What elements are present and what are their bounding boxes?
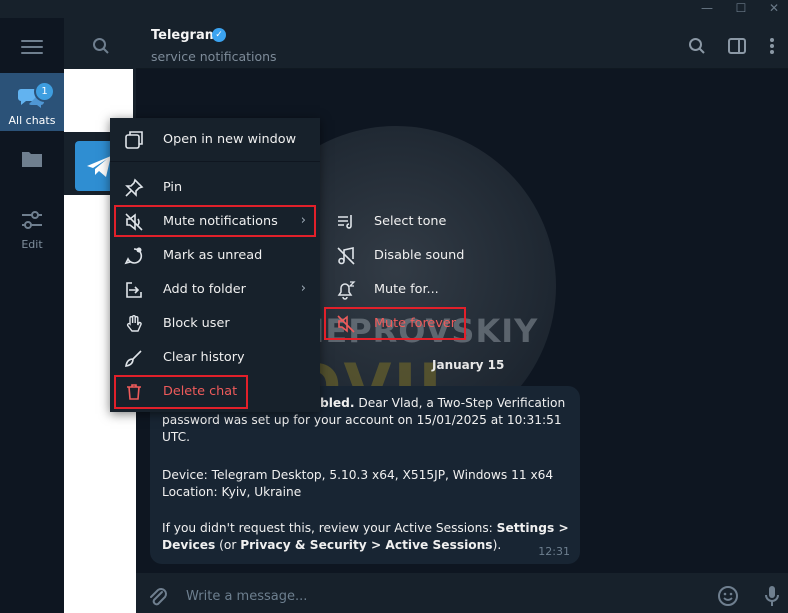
folder-edit-label[interactable]: Edit [0,238,64,251]
header-search-icon[interactable] [688,37,706,55]
chat-subtitle: service notifications [151,49,277,64]
sliders-icon[interactable] [20,210,44,230]
menu-add-to-folder[interactable]: Add to folder › [110,273,320,307]
message-location: Location: Kyiv, Ukraine [162,485,302,499]
folder-all-chats-label: All chats [8,114,56,127]
message-device: Device: Telegram Desktop, 5.10.3 x64, X5… [162,468,554,482]
sound-off-icon [337,247,355,265]
minimize-button[interactable]: — [693,0,721,18]
maximize-button[interactable]: ☐ [727,0,755,18]
message-line: If you didn't request this, review your … [162,521,569,535]
sidebar-toggle-icon[interactable] [728,37,746,55]
menu-open-new-window[interactable]: Open in new window [110,123,320,157]
menu-separator [110,161,320,162]
unread-icon [124,247,143,265]
menu-mute-notifications[interactable]: Mute notifications › [110,205,320,239]
message-input[interactable]: Write a message... [186,589,307,604]
trash-icon [127,384,141,400]
verified-icon: ✓ [212,28,226,42]
menu-clear-history[interactable]: Clear history [110,341,320,375]
folder-icon[interactable] [21,150,44,168]
menu-pin[interactable]: Pin [110,171,320,205]
new-window-icon [125,131,143,149]
chat-title[interactable]: Telegram [151,28,218,43]
submenu-mute-forever[interactable]: Mute forever [324,307,474,341]
submenu-disable-sound[interactable]: Disable sound [324,239,474,273]
bell-z-icon [337,281,356,300]
submenu-mute-for[interactable]: Mute for... [324,273,474,307]
menu-icon[interactable] [21,40,43,54]
menu-mark-unread[interactable]: Mark as unread [110,239,320,273]
close-button[interactable]: ✕ [760,0,788,18]
search-icon[interactable] [92,37,110,55]
menu-delete-chat[interactable]: Delete chat [110,375,320,409]
chevron-right-icon: › [300,281,306,296]
unread-badge: 1 [34,81,55,102]
chevron-right-icon: › [300,213,306,228]
mute-forever-icon [337,315,355,333]
microphone-icon[interactable] [763,584,781,608]
pin-icon [125,178,144,197]
mute-icon [125,213,143,231]
submenu-select-tone[interactable]: Select tone [324,205,474,239]
message-line: UTC. [162,430,191,444]
menu-block-user[interactable]: Block user [110,307,320,341]
broom-icon [125,350,142,367]
message-bubble[interactable]: bled. Dear Vlad, a Two-Step Verification… [150,386,580,564]
attach-icon[interactable] [148,586,168,608]
window-titlebar: — ☐ ✕ [0,0,788,18]
tone-icon [338,215,352,229]
message-time: 12:31 [538,545,570,558]
chat-context-menu: Open in new window Pin Mute notification… [110,118,320,412]
more-options-icon[interactable] [768,37,776,55]
message-line: password was set up for your account on … [162,413,562,427]
folder-add-icon [126,282,142,298]
message-line: bled. Dear Vlad, a Two-Step Verification [320,396,566,410]
emoji-icon[interactable] [717,585,739,607]
message-line: Devices (or Privacy & Security > Active … [162,538,502,552]
date-separator: January 15 [432,358,505,372]
mute-submenu: Select tone Disable sound Mute for... Mu… [324,204,474,340]
hand-icon [126,315,142,332]
